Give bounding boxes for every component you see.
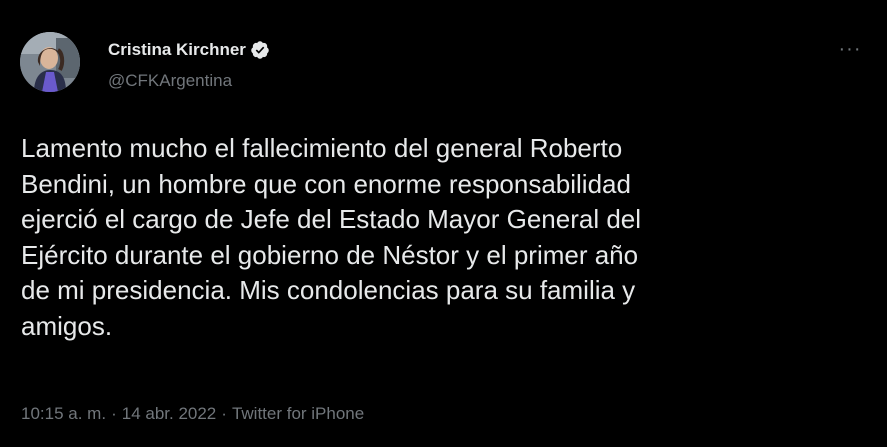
profile-photo-icon	[20, 32, 80, 92]
tweet-text: Lamento mucho el fallecimiento del gener…	[21, 133, 642, 341]
tweet-meta: 10:15 a. m. · 14 abr. 2022 · Twitter for iPh…	[21, 404, 364, 424]
author-handle[interactable]: @CFKArgentina	[108, 71, 232, 91]
more-horizontal-icon: ···	[838, 38, 862, 60]
avatar[interactable]	[20, 32, 80, 92]
verified-badge-icon[interactable]	[250, 40, 270, 60]
tweet-date[interactable]: 14 abr. 2022	[122, 404, 217, 423]
meta-separator: ·	[221, 404, 227, 423]
more-options-button[interactable]: ···	[833, 36, 867, 70]
author-name[interactable]: Cristina Kirchner	[108, 40, 246, 60]
tweet-time[interactable]: 10:15 a. m.	[21, 404, 106, 423]
author-name-row[interactable]: Cristina Kirchner	[108, 40, 270, 60]
meta-separator: ·	[111, 404, 117, 423]
tweet-card: Cristina Kirchner @CFKArgentina ··· Lame…	[0, 0, 887, 447]
tweet-source[interactable]: Twitter for iPhone	[232, 404, 364, 423]
